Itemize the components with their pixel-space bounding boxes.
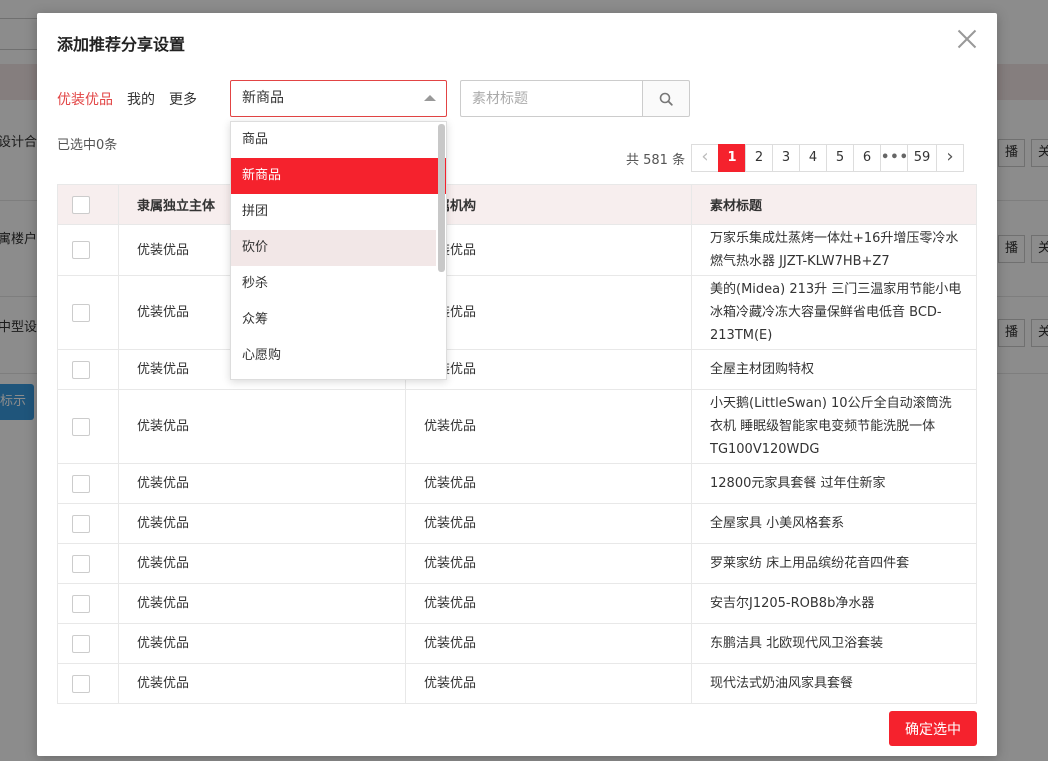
table-row: 优装优品 优装优品 罗莱家纺 床上用品缤纷花音四件套 bbox=[57, 543, 977, 584]
dropdown-option-selected[interactable]: 新商品 bbox=[231, 158, 446, 194]
select-all-cell bbox=[57, 184, 119, 225]
row-checkbox[interactable] bbox=[72, 514, 90, 533]
dropdown-option[interactable]: 商品 bbox=[231, 122, 436, 158]
cell-title: 美的(Midea) 213升 三门三温家用节能小电冰箱冷藏冷冻大容量保鲜省电低音… bbox=[691, 275, 977, 350]
cell-title: 小天鹅(LittleSwan) 10公斤全自动滚筒洗衣机 睡眠级智能家电变频节能… bbox=[691, 389, 977, 464]
pagination-total: 共 581 条 bbox=[626, 153, 686, 168]
row-checkbox[interactable] bbox=[72, 241, 90, 259]
tab-mine[interactable]: 我的 bbox=[127, 89, 155, 109]
modal-title: 添加推荐分享设置 bbox=[57, 35, 186, 54]
row-checkbox-cell bbox=[57, 389, 119, 464]
cell-subject: 优装优品 bbox=[118, 583, 406, 624]
cell-subject: 优装优品 bbox=[118, 503, 406, 544]
cell-subject: 优装优品 bbox=[118, 543, 406, 584]
row-checkbox-cell bbox=[57, 663, 119, 704]
table-row: 优装优品 优装优品 东鹏洁具 北欧现代风卫浴套装 bbox=[57, 623, 977, 664]
cell-title: 全屋主材团购特权 bbox=[691, 349, 977, 390]
table-row: 优装优品 优装优品 安吉尔J1205-ROB8b净水器 bbox=[57, 583, 977, 624]
type-select-value: 新商品 bbox=[242, 90, 284, 106]
confirm-select-button[interactable]: 确定选中 bbox=[889, 711, 977, 746]
page-button[interactable]: 5 bbox=[826, 144, 854, 172]
row-checkbox[interactable] bbox=[72, 594, 90, 613]
row-checkbox[interactable] bbox=[72, 360, 90, 379]
cell-org: 优装优品 bbox=[405, 349, 692, 390]
source-tabs: 优装优品 我的 更多 bbox=[57, 89, 197, 109]
cell-title: 万家乐集成灶蒸烤一体灶+16升增压零冷水燃气热水器 JJZT-KLW7HB+Z7 bbox=[691, 224, 977, 276]
next-page-button[interactable]: › bbox=[936, 144, 964, 172]
column-header-title: 素材标题 bbox=[691, 184, 977, 225]
cell-title: 12800元家具套餐 过年住新家 bbox=[691, 463, 977, 504]
cell-org: 优装优品 bbox=[405, 503, 692, 544]
row-checkbox-cell bbox=[57, 583, 119, 624]
selected-count: 已选中0条 bbox=[57, 138, 118, 153]
cell-org: 优装优品 bbox=[405, 623, 692, 664]
cell-title: 安吉尔J1205-ROB8b净水器 bbox=[691, 583, 977, 624]
page-button[interactable]: 2 bbox=[745, 144, 773, 172]
cell-org: 优装优品 bbox=[405, 389, 692, 464]
row-checkbox[interactable] bbox=[72, 554, 90, 573]
dropdown-option[interactable]: 众筹 bbox=[231, 302, 436, 338]
cell-subject: 优装优品 bbox=[118, 663, 406, 704]
material-table: 隶属独立主体 所属机构 素材标题 优装优品 优装优品 万家乐集成灶蒸烤一体灶+1… bbox=[57, 184, 977, 704]
table-row: 优装优品 优装优品 全屋主材团购特权 bbox=[57, 349, 977, 390]
row-checkbox-cell bbox=[57, 503, 119, 544]
tab-youzhuang[interactable]: 优装优品 bbox=[57, 89, 113, 109]
page-button[interactable]: 1 bbox=[718, 144, 746, 172]
row-checkbox-cell bbox=[57, 463, 119, 504]
row-checkbox-cell bbox=[57, 543, 119, 584]
row-checkbox[interactable] bbox=[72, 417, 90, 436]
row-checkbox-cell bbox=[57, 623, 119, 664]
dropdown-scrollbar[interactable] bbox=[438, 124, 445, 272]
pagination: ‹ 1 2 3 4 5 6 ••• 59 › bbox=[691, 144, 964, 172]
row-checkbox-cell bbox=[57, 349, 119, 390]
table-row: 优装优品 优装优品 全屋家具 小美风格套系 bbox=[57, 503, 977, 544]
search-icon bbox=[659, 92, 673, 106]
title-search-input[interactable] bbox=[460, 80, 643, 117]
tab-more[interactable]: 更多 bbox=[169, 89, 197, 109]
page-button-last[interactable]: 59 bbox=[907, 144, 937, 172]
column-header-org: 所属机构 bbox=[405, 184, 692, 225]
table-row: 优装优品 优装优品 12800元家具套餐 过年住新家 bbox=[57, 463, 977, 504]
table-row: 优装优品 优装优品 美的(Midea) 213升 三门三温家用节能小电冰箱冷藏冷… bbox=[57, 275, 977, 350]
page-button[interactable]: 4 bbox=[799, 144, 827, 172]
cell-org: 优装优品 bbox=[405, 583, 692, 624]
row-checkbox-cell bbox=[57, 275, 119, 350]
prev-page-button[interactable]: ‹ bbox=[691, 144, 719, 172]
type-dropdown: 商品 新商品 拼团 砍价 秒杀 众筹 心愿购 bbox=[230, 121, 447, 380]
page-button[interactable]: 3 bbox=[772, 144, 800, 172]
row-checkbox[interactable] bbox=[72, 303, 90, 322]
search-button[interactable] bbox=[642, 80, 690, 117]
share-settings-modal: 添加推荐分享设置 优装优品 我的 更多 新商品 已选中0条 共 581 条 ‹ … bbox=[37, 13, 997, 756]
cell-org: 优装优品 bbox=[405, 663, 692, 704]
cell-subject: 优装优品 bbox=[118, 389, 406, 464]
cell-title: 东鹏洁具 北欧现代风卫浴套装 bbox=[691, 623, 977, 664]
row-checkbox[interactable] bbox=[72, 474, 90, 493]
page-button[interactable]: 6 bbox=[853, 144, 881, 172]
type-select[interactable]: 新商品 bbox=[230, 80, 447, 117]
close-icon[interactable] bbox=[955, 27, 979, 51]
dropdown-option[interactable]: 心愿购 bbox=[231, 338, 436, 374]
row-checkbox[interactable] bbox=[72, 634, 90, 653]
cell-org: 优装优品 bbox=[405, 463, 692, 504]
caret-up-icon bbox=[424, 95, 436, 101]
cell-subject: 优装优品 bbox=[118, 463, 406, 504]
cell-org: 优装优品 bbox=[405, 224, 692, 276]
row-checkbox[interactable] bbox=[72, 674, 90, 693]
table-row: 优装优品 优装优品 现代法式奶油风家具套餐 bbox=[57, 663, 977, 704]
cell-org: 优装优品 bbox=[405, 275, 692, 350]
dropdown-option-hovered[interactable]: 砍价 bbox=[231, 230, 436, 266]
dropdown-option[interactable]: 拼团 bbox=[231, 194, 436, 230]
row-checkbox-cell bbox=[57, 224, 119, 276]
dropdown-option[interactable]: 秒杀 bbox=[231, 266, 436, 302]
page-ellipsis[interactable]: ••• bbox=[880, 144, 908, 172]
cell-title: 现代法式奶油风家具套餐 bbox=[691, 663, 977, 704]
cell-subject: 优装优品 bbox=[118, 623, 406, 664]
cell-org: 优装优品 bbox=[405, 543, 692, 584]
cell-title: 全屋家具 小美风格套系 bbox=[691, 503, 977, 544]
select-all-checkbox[interactable] bbox=[72, 195, 90, 214]
table-row: 优装优品 优装优品 万家乐集成灶蒸烤一体灶+16升增压零冷水燃气热水器 JJZT… bbox=[57, 224, 977, 276]
table-header-row: 隶属独立主体 所属机构 素材标题 bbox=[57, 184, 977, 225]
cell-title: 罗莱家纺 床上用品缤纷花音四件套 bbox=[691, 543, 977, 584]
table-row: 优装优品 优装优品 小天鹅(LittleSwan) 10公斤全自动滚筒洗衣机 睡… bbox=[57, 389, 977, 464]
